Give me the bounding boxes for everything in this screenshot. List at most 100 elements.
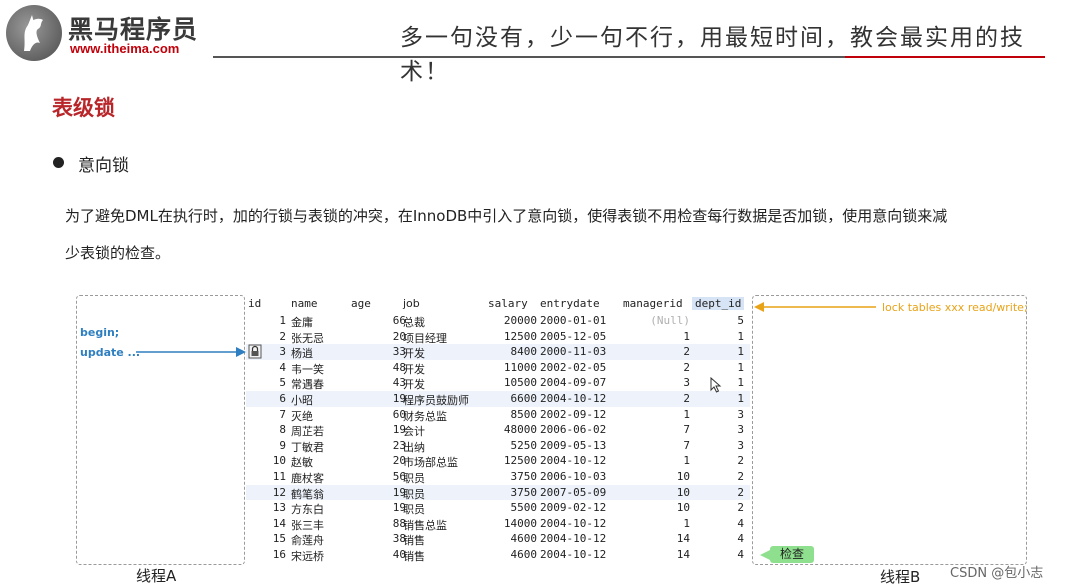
table-cell-dept-id[interactable]: 1 — [692, 330, 744, 343]
table-cell-salary[interactable]: 12500 — [486, 330, 537, 343]
table-cell-managerid[interactable]: 1 — [622, 517, 690, 530]
table-cell-managerid[interactable]: 7 — [622, 423, 690, 436]
table-cell-entrydate[interactable]: 2006-06-02 — [540, 423, 606, 436]
table-cell-managerid[interactable]: 2 — [622, 345, 690, 358]
table-row[interactable]: 4 韦一笑 48 开发 11000 2002-02-05 2 1 — [246, 360, 750, 376]
column-header-name[interactable]: name — [291, 297, 318, 310]
table-cell-age[interactable]: 48 — [351, 361, 406, 374]
table-cell-id[interactable]: 5 — [246, 376, 286, 389]
table-cell-salary[interactable]: 20000 — [486, 314, 537, 327]
table-cell-id[interactable]: 15 — [246, 532, 286, 545]
table-cell-managerid[interactable]: 1 — [622, 454, 690, 467]
table-cell-id[interactable]: 11 — [246, 470, 286, 483]
table-cell-salary[interactable]: 10500 — [486, 376, 537, 389]
table-cell-age[interactable]: 66 — [351, 314, 406, 327]
table-cell-job[interactable]: 开发 — [403, 345, 425, 361]
table-cell-id[interactable]: 8 — [246, 423, 286, 436]
table-cell-age[interactable]: 19 — [351, 486, 406, 499]
table-cell-managerid[interactable]: 7 — [622, 439, 690, 452]
table-row[interactable]: 9 丁敏君 23 出纳 5250 2009-05-13 7 3 — [246, 438, 750, 454]
table-cell-dept-id[interactable]: 4 — [692, 548, 744, 561]
table-cell-entrydate[interactable]: 2006-10-03 — [540, 470, 606, 483]
column-header-dept-id[interactable]: dept_id — [692, 297, 745, 310]
table-row[interactable]: 12 鹤笔翁 19 职员 3750 2007-05-09 10 2 — [246, 484, 750, 501]
table-cell-managerid[interactable]: 10 — [622, 470, 690, 483]
table-cell-salary[interactable]: 48000 — [486, 423, 537, 436]
table-cell-dept-id[interactable]: 3 — [692, 423, 744, 436]
table-row[interactable]: 8 周芷若 19 会计 48000 2006-06-02 7 3 — [246, 422, 750, 438]
table-row[interactable]: 2 张无忌 20 项目经理 12500 2005-12-05 1 1 — [246, 329, 750, 345]
table-cell-managerid[interactable]: 14 — [622, 548, 690, 561]
table-cell-age[interactable]: 60 — [351, 408, 406, 421]
table-row[interactable]: 13 方东白 19 职员 5500 2009-02-12 10 2 — [246, 500, 750, 516]
table-cell-name[interactable]: 鹿杖客 — [291, 470, 324, 486]
column-header-salary[interactable]: salary — [488, 297, 528, 310]
table-cell-job[interactable]: 财务总监 — [403, 408, 447, 424]
table-cell-name[interactable]: 赵敏 — [291, 454, 313, 470]
table-cell-dept-id[interactable]: 4 — [692, 532, 744, 545]
table-cell-salary[interactable]: 8500 — [486, 408, 538, 421]
table-cell-job[interactable]: 销售 — [403, 548, 425, 564]
table-cell-dept-id[interactable]: 2 — [692, 501, 744, 514]
table-cell-id[interactable]: 12 — [246, 486, 286, 499]
table-cell-entrydate[interactable]: 2002-02-05 — [540, 361, 606, 374]
column-header-managerid[interactable]: managerid — [623, 297, 683, 310]
table-cell-job[interactable]: 开发 — [403, 361, 425, 377]
table-cell-managerid[interactable]: 14 — [622, 532, 690, 545]
table-cell-dept-id[interactable]: 2 — [692, 486, 744, 499]
table-cell-managerid[interactable]: 2 — [622, 392, 690, 405]
table-cell-dept-id[interactable]: 1 — [692, 361, 744, 374]
table-cell-salary[interactable]: 4600 — [486, 548, 538, 561]
table-cell-id[interactable]: 13 — [246, 501, 286, 514]
table-cell-id[interactable]: 10 — [246, 454, 286, 467]
table-cell-age[interactable]: 20 — [351, 454, 406, 467]
table-cell-age[interactable]: 88 — [351, 517, 406, 530]
table-cell-dept-id[interactable]: 3 — [692, 408, 744, 421]
table-cell-managerid[interactable]: 3 — [622, 376, 690, 389]
table-row[interactable]: 6 小昭 19 程序员鼓励师 6600 2004-10-12 2 1 — [246, 390, 750, 408]
table-cell-age[interactable]: 20 — [351, 330, 406, 343]
table-cell-entrydate[interactable]: 2004-10-12 — [540, 392, 606, 405]
table-cell-dept-id[interactable]: 2 — [692, 454, 744, 467]
table-cell-entrydate[interactable]: 2009-05-13 — [540, 439, 606, 452]
table-cell-age[interactable]: 33 — [351, 345, 406, 358]
table-cell-entrydate[interactable]: 2004-10-12 — [540, 548, 606, 561]
column-header-age[interactable]: age — [351, 297, 371, 310]
table-cell-salary[interactable]: 12500 — [486, 454, 537, 467]
table-row[interactable]: 3 杨逍 33 开发 8400 2000-11-03 2 1 — [246, 344, 750, 360]
table-row[interactable]: 10 赵敏 20 市场部总监 12500 2004-10-12 1 2 — [246, 453, 750, 469]
table-cell-salary[interactable]: 8400 — [486, 345, 538, 358]
table-cell-dept-id[interactable]: 4 — [692, 517, 744, 530]
table-cell-managerid[interactable]: (Null) — [622, 314, 690, 327]
table-cell-job[interactable]: 程序员鼓励师 — [403, 392, 469, 408]
table-cell-job[interactable]: 职员 — [403, 501, 425, 517]
table-cell-name[interactable]: 周芷若 — [291, 423, 324, 439]
table-cell-entrydate[interactable]: 2005-12-05 — [540, 330, 606, 343]
table-cell-id[interactable]: 14 — [246, 517, 286, 530]
table-cell-salary[interactable]: 3750 — [486, 486, 538, 499]
table-cell-age[interactable]: 19 — [351, 423, 406, 436]
table-row[interactable]: 15 俞莲舟 38 销售 4600 2004-10-12 14 4 — [246, 531, 750, 547]
table-cell-id[interactable]: 16 — [246, 548, 286, 561]
table-cell-salary[interactable]: 14000 — [486, 517, 537, 530]
table-cell-age[interactable]: 38 — [351, 532, 406, 545]
table-cell-job[interactable]: 项目经理 — [403, 330, 447, 346]
table-cell-entrydate[interactable]: 2004-10-12 — [540, 532, 606, 545]
table-cell-age[interactable]: 23 — [351, 439, 406, 452]
table-cell-job[interactable]: 开发 — [403, 376, 425, 392]
table-cell-job[interactable]: 总裁 — [403, 314, 425, 330]
table-row[interactable]: 1 金庸 66 总裁 20000 2000-01-01 (Null) 5 — [246, 313, 750, 329]
table-cell-id[interactable]: 6 — [246, 392, 286, 405]
table-cell-managerid[interactable]: 10 — [622, 501, 690, 514]
table-cell-name[interactable]: 方东白 — [291, 501, 324, 517]
table-cell-salary[interactable]: 6600 — [486, 392, 538, 405]
table-cell-entrydate[interactable]: 2004-09-07 — [540, 376, 606, 389]
table-cell-name[interactable]: 小昭 — [291, 392, 313, 408]
table-cell-entrydate[interactable]: 2004-10-12 — [540, 517, 606, 530]
table-cell-name[interactable]: 丁敏君 — [291, 439, 324, 455]
table-cell-entrydate[interactable]: 2007-05-09 — [540, 486, 606, 499]
table-cell-id[interactable]: 9 — [246, 439, 286, 452]
table-cell-age[interactable]: 40 — [351, 548, 406, 561]
table-cell-name[interactable]: 金庸 — [291, 314, 313, 330]
table-cell-salary[interactable]: 3750 — [486, 470, 538, 483]
